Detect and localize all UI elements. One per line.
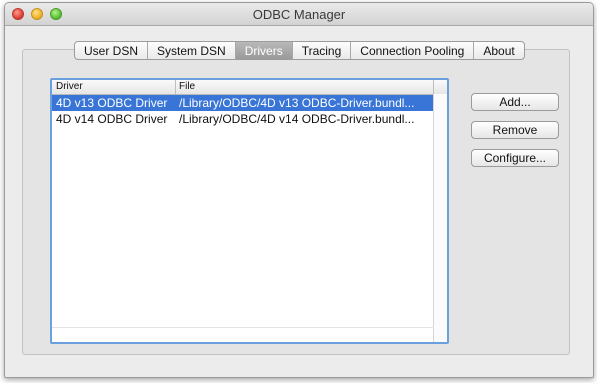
driver-file-cell: /Library/ODBC/4D v13 ODBC-Driver.bundl..… bbox=[179, 96, 415, 110]
tab-drivers[interactable]: Drivers bbox=[235, 42, 293, 59]
tab-tracing[interactable]: Tracing bbox=[293, 42, 352, 59]
add-button[interactable]: Add... bbox=[471, 93, 559, 111]
remove-button[interactable]: Remove bbox=[471, 121, 559, 139]
driver-name-cell: 4D v14 ODBC Driver bbox=[56, 112, 168, 126]
tab-system-dsn[interactable]: System DSN bbox=[148, 42, 236, 59]
driver-file-cell: /Library/ODBC/4D v14 ODBC-Driver.bundl..… bbox=[179, 112, 415, 126]
table-row[interactable]: 4D v13 ODBC Driver /Library/ODBC/4D v13 … bbox=[52, 95, 434, 111]
driver-name-cell: 4D v13 ODBC Driver bbox=[56, 96, 168, 110]
tab-user-dsn[interactable]: User DSN bbox=[75, 42, 149, 59]
vertical-scrollbar[interactable] bbox=[433, 94, 447, 342]
column-divider bbox=[433, 80, 434, 94]
table-bottom-divider bbox=[52, 327, 434, 328]
tab-connection-pooling[interactable]: Connection Pooling bbox=[351, 42, 475, 59]
window-title: ODBC Manager bbox=[252, 7, 346, 22]
table-header: Driver File bbox=[52, 80, 447, 95]
column-divider[interactable] bbox=[175, 80, 176, 94]
configure-button[interactable]: Configure... bbox=[471, 149, 559, 167]
column-header-driver[interactable]: Driver bbox=[56, 80, 83, 94]
table-row[interactable]: 4D v14 ODBC Driver /Library/ODBC/4D v14 … bbox=[52, 111, 434, 127]
drivers-table[interactable]: Driver File 4D v13 ODBC Driver /Library/… bbox=[50, 78, 449, 344]
tab-bar: User DSN System DSN Drivers Tracing Conn… bbox=[74, 41, 525, 60]
tab-about[interactable]: About bbox=[474, 42, 523, 59]
title-bar[interactable]: ODBC Manager bbox=[5, 3, 593, 26]
column-header-file[interactable]: File bbox=[179, 80, 195, 94]
